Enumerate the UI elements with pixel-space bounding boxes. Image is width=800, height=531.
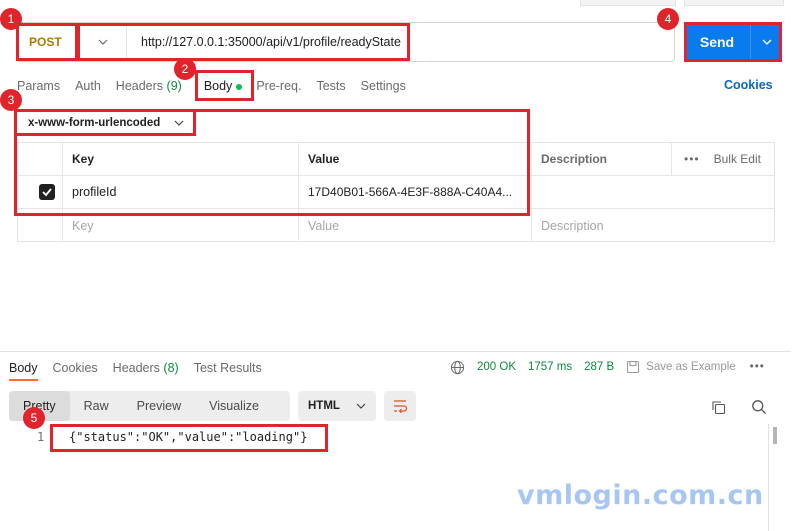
bulk-edit-button[interactable]: ••• Bulk Edit <box>672 143 774 175</box>
response-time[interactable]: 1757 ms <box>528 361 572 373</box>
format-label: HTML <box>308 400 340 412</box>
body-type-label: x-www-form-urlencoded <box>28 117 161 129</box>
code-line: 1 {"status":"OK","value":"loading"} <box>37 428 307 446</box>
tab-tests[interactable]: Tests <box>316 79 345 93</box>
url-input[interactable]: http://127.0.0.1:35000/api/v1/profile/re… <box>127 35 401 49</box>
editor-gutter-line <box>768 424 769 531</box>
row-checkbox[interactable] <box>39 184 55 200</box>
search-button[interactable] <box>749 397 769 417</box>
watermark: vmlogin.com.cn <box>517 480 764 511</box>
vertical-scrollbar[interactable] <box>773 427 777 444</box>
column-key: Key <box>63 143 299 175</box>
tab-body[interactable]: Body <box>204 79 243 93</box>
response-tab-headers[interactable]: Headers (8) <box>113 361 179 375</box>
copy-icon <box>711 400 725 414</box>
response-tabs: Body Cookies Headers (8) Test Results <box>9 358 277 381</box>
table-row: profileId 17D40B01-566A-4E3F-888A-C40A4.… <box>18 176 774 209</box>
line-number: 1 <box>37 430 45 444</box>
row-key[interactable]: profileId <box>63 176 299 208</box>
send-button[interactable]: Send <box>684 22 782 62</box>
response-tab-headers-label: Headers <box>112 361 160 375</box>
method-label: POST <box>29 35 62 49</box>
table-row-placeholder: Key Value Description <box>18 209 774 242</box>
view-visualize[interactable]: Visualize <box>195 391 273 421</box>
wrap-icon <box>394 400 408 413</box>
row-value[interactable]: 17D40B01-566A-4E3F-888A-C40A4... <box>299 176 532 208</box>
response-tab-body[interactable]: Body <box>9 361 38 381</box>
globe-icon[interactable] <box>450 360 465 375</box>
annotation-badge: 2 <box>174 58 196 80</box>
placeholder-value[interactable]: Value <box>299 209 532 242</box>
column-description: Description <box>532 143 672 175</box>
tab-settings[interactable]: Settings <box>361 79 406 93</box>
placeholder-check-cell <box>18 209 63 242</box>
pane-divider[interactable] <box>0 351 791 352</box>
tab-headers-label: Headers <box>115 79 164 93</box>
tab-headers-count: (9) <box>166 79 182 93</box>
response-tab-cookies[interactable]: Cookies <box>53 361 98 375</box>
response-tab-headers-count: (8) <box>163 361 179 375</box>
more-options-icon[interactable]: ••• <box>750 361 765 373</box>
tab-auth[interactable]: Auth <box>75 79 101 93</box>
row-check-cell[interactable] <box>18 176 63 208</box>
status-code[interactable]: 200 OK <box>477 361 516 373</box>
copy-button[interactable] <box>708 397 728 417</box>
placeholder-key[interactable]: Key <box>63 209 299 242</box>
top-toolbar-button[interactable] <box>580 0 676 6</box>
tab-body-label: Body <box>203 79 233 93</box>
tab-pre-request[interactable]: Pre-req. <box>256 79 301 93</box>
chevron-down-icon <box>762 39 771 45</box>
request-tabs: Params Auth Headers (9) Body Pre-req. Te… <box>17 76 421 96</box>
annotation-badge: 3 <box>0 89 22 111</box>
cookies-link[interactable]: Cookies <box>724 78 773 92</box>
row-description[interactable] <box>532 176 774 208</box>
annotation-badge: 4 <box>657 8 679 30</box>
bulk-edit-label: Bulk Edit <box>713 152 761 166</box>
response-body-text[interactable]: {"status":"OK","value":"loading"} <box>57 430 307 444</box>
method-select[interactable]: POST <box>17 23 127 61</box>
check-icon <box>42 188 52 197</box>
body-indicator-dot <box>236 83 243 90</box>
send-options-button[interactable] <box>751 37 782 47</box>
annotation-badge: 5 <box>23 407 45 429</box>
placeholder-description[interactable]: Description <box>532 209 774 242</box>
column-value: Value <box>299 143 532 175</box>
table-header-row: Key Value Description ••• Bulk Edit <box>18 143 774 176</box>
view-raw[interactable]: Raw <box>70 391 123 421</box>
response-view-switcher: Pretty Raw Preview Visualize <box>9 391 290 421</box>
body-type-select[interactable]: x-www-form-urlencoded <box>20 113 184 133</box>
tab-headers[interactable]: Headers (9) <box>116 79 182 93</box>
header-check-cell <box>18 143 63 175</box>
send-label: Send <box>699 34 735 50</box>
wrap-lines-button[interactable] <box>384 391 416 421</box>
chevron-down-icon <box>98 39 108 45</box>
response-tab-test-results[interactable]: Test Results <box>194 361 262 375</box>
tab-params[interactable]: Params <box>17 79 60 93</box>
save-as-example-button[interactable]: Save as Example <box>646 361 736 373</box>
top-toolbar-button-2[interactable] <box>684 0 784 6</box>
save-icon <box>627 360 640 374</box>
format-select[interactable]: HTML <box>298 391 376 421</box>
response-meta: 200 OK 1757 ms 287 B Save as Example ••• <box>450 359 765 375</box>
annotation-badge: 1 <box>0 8 22 30</box>
search-icon <box>752 400 766 414</box>
view-preview[interactable]: Preview <box>123 391 195 421</box>
chevron-down-icon <box>174 120 184 126</box>
response-size[interactable]: 287 B <box>584 361 614 373</box>
request-url-bar: POST http://127.0.0.1:35000/api/v1/profi… <box>16 22 675 62</box>
params-table: Key Value Description ••• Bulk Edit prof… <box>17 142 775 242</box>
more-icon[interactable]: ••• <box>684 152 700 166</box>
chevron-down-icon <box>356 403 366 409</box>
